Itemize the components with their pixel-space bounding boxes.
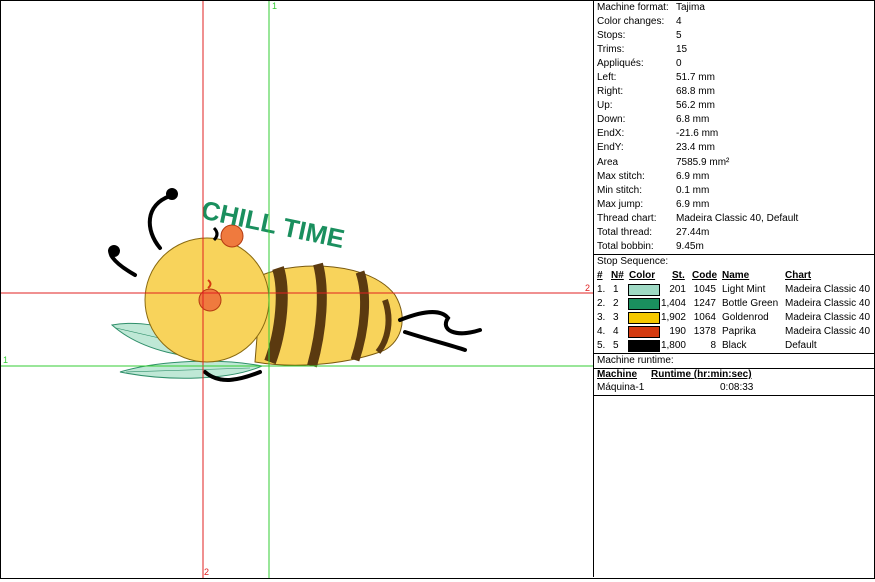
row-name: Bottle Green	[722, 298, 779, 309]
row-name: Black	[722, 340, 747, 351]
info-value: 51.7 mm	[676, 72, 715, 83]
divider	[594, 395, 875, 396]
color-swatch	[628, 340, 660, 352]
runtime-title-text: Machine runtime:	[597, 355, 674, 366]
info-value: 9.45m	[676, 241, 704, 252]
row-index: 3.	[597, 312, 606, 323]
machine-name: Máquina-1	[597, 382, 645, 393]
info-key: EndX:	[597, 128, 625, 139]
row-n: 4	[613, 326, 619, 337]
embroidery-design: CHILL TIME	[0, 0, 593, 579]
info-value: 5	[676, 30, 682, 41]
info-panel: Machine format: Tajima Color changes: 4 St…	[593, 0, 875, 577]
row-stitches: 1,404	[660, 298, 686, 309]
info-key: Stops:	[597, 30, 626, 41]
info-value: 4	[676, 16, 682, 27]
row-chart: Madeira Classic 40	[785, 326, 871, 337]
col-header-hash: #	[597, 270, 603, 281]
marker-green-top: 1	[272, 1, 278, 11]
row-chart: Madeira Classic 40	[785, 312, 871, 323]
marker-green-left: 1	[3, 355, 9, 365]
info-value: Madeira Classic 40, Default	[676, 213, 799, 224]
row-code: 1378	[693, 326, 716, 337]
info-key: Trims:	[597, 44, 625, 55]
info-key: Color changes:	[597, 16, 665, 27]
info-key: Thread chart:	[597, 213, 657, 224]
row-name: Paprika	[722, 326, 756, 337]
info-value: -21.6 mm	[676, 128, 719, 139]
row-n: 2	[613, 298, 619, 309]
bee-body	[254, 262, 403, 368]
row-index: 2.	[597, 298, 606, 309]
row-chart: Madeira Classic 40	[785, 284, 871, 295]
info-value: 6.9 mm	[676, 171, 710, 182]
info-key: Down:	[597, 114, 626, 125]
row-index: 4.	[597, 326, 606, 337]
info-value: 68.8 mm	[676, 86, 715, 97]
row-stitches: 1,902	[660, 312, 686, 323]
info-key: Min stitch:	[597, 185, 643, 196]
col-header-chart: Chart	[785, 270, 812, 281]
info-key: Area	[597, 157, 619, 168]
row-stitches: 201	[669, 284, 686, 295]
row-n: 5	[613, 340, 619, 351]
color-swatch	[628, 298, 660, 310]
row-stitches: 190	[669, 326, 686, 337]
col-header-n: N#	[611, 270, 624, 281]
row-name: Light Mint	[722, 284, 766, 295]
info-key: Up:	[597, 100, 613, 111]
info-key: Max jump:	[597, 199, 644, 210]
row-chart: Default	[785, 340, 817, 351]
info-value: 0.1 mm	[676, 185, 710, 196]
color-swatch	[628, 326, 660, 338]
row-index: 5.	[597, 340, 606, 351]
info-key: Max stitch:	[597, 171, 645, 182]
col-header-machine: Machine	[597, 369, 638, 380]
info-key: Total thread:	[597, 227, 653, 238]
info-value: 6.8 mm	[676, 114, 710, 125]
info-value: 23.4 mm	[676, 142, 715, 153]
col-header-color: Color	[629, 270, 656, 281]
row-code: 1064	[693, 312, 716, 323]
info-value: 15	[676, 44, 688, 55]
info-value: 56.2 mm	[676, 100, 715, 111]
info-value: 7585.9 mm²	[676, 157, 730, 168]
info-key: Left:	[597, 72, 617, 83]
stop-sequence-title-text: Stop Sequence:	[597, 256, 669, 267]
color-swatch	[628, 312, 660, 324]
col-header-name: Name	[722, 270, 750, 281]
info-value: Tajima	[676, 2, 705, 13]
row-code: 8	[710, 340, 716, 351]
info-key: Total bobbin:	[597, 241, 654, 252]
row-chart: Madeira Classic 40	[785, 298, 871, 309]
col-header-code: Code	[692, 270, 717, 281]
row-n: 3	[613, 312, 619, 323]
info-value: 0	[676, 58, 682, 69]
design-canvas[interactable]: CHILL TIME 1 1 2 2	[0, 0, 593, 579]
info-value: 27.44m	[676, 227, 710, 238]
row-stitches: 1,800	[660, 340, 686, 351]
row-n: 1	[613, 284, 619, 295]
machine-runtime: 0:08:33	[720, 382, 754, 393]
col-header-st: St.	[672, 270, 685, 281]
info-key: EndY:	[597, 142, 624, 153]
info-key: Appliqués:	[597, 58, 644, 69]
row-code: 1247	[693, 298, 716, 309]
info-key: Machine format:	[597, 2, 669, 13]
row-code: 1045	[693, 284, 716, 295]
row-index: 1.	[597, 284, 606, 295]
info-key: Right:	[597, 86, 624, 97]
marker-red-bottom: 2	[204, 567, 210, 577]
color-swatch	[628, 284, 660, 296]
row-name: Goldenrod	[722, 312, 769, 323]
col-header-runtime: Runtime (hr:min:sec)	[651, 369, 752, 380]
info-value: 6.9 mm	[676, 199, 710, 210]
marker-red-right: 2	[585, 283, 591, 293]
